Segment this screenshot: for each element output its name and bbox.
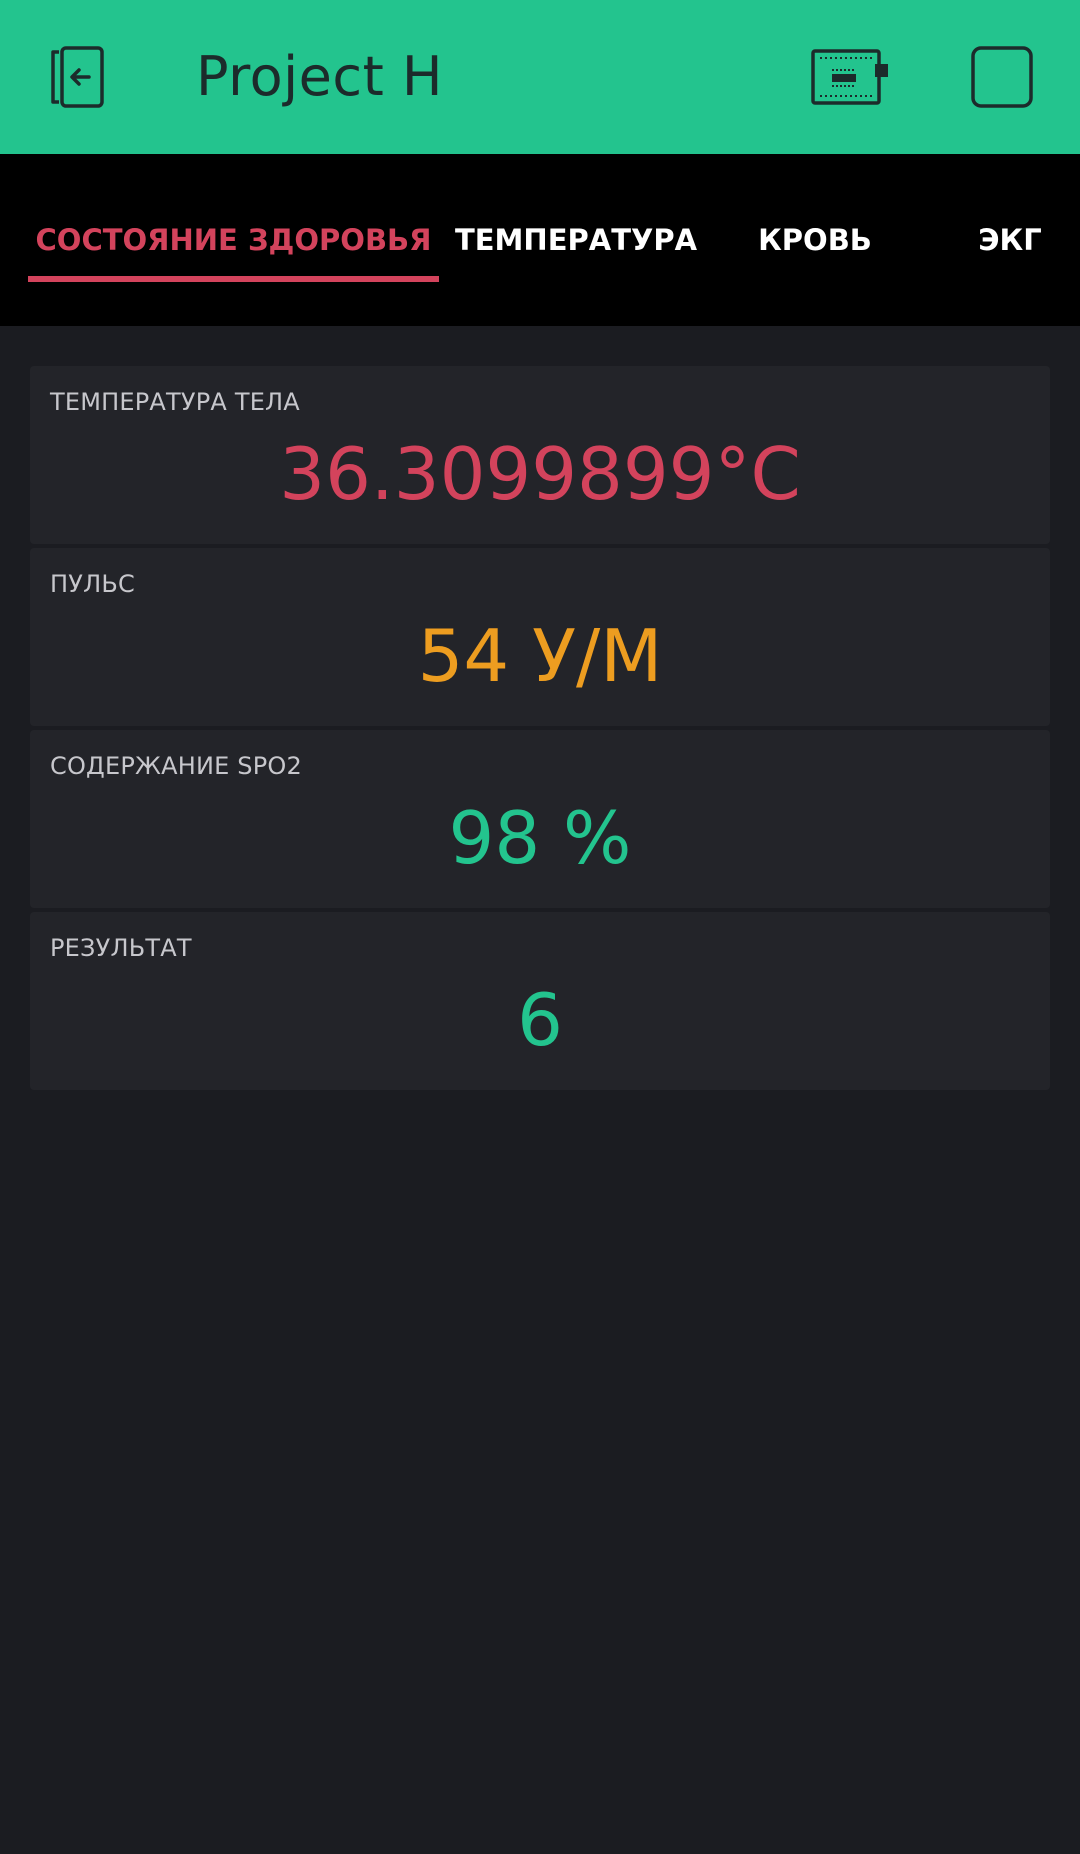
spo2-card[interactable]: СОДЕРЖАНИЕ SPO2 98 %: [30, 730, 1050, 908]
tab-label: КРОВЬ: [758, 223, 872, 257]
tab-label: ЭКГ: [978, 223, 1042, 257]
back-button[interactable]: [30, 0, 125, 154]
tab-health-status[interactable]: СОСТОЯНИЕ ЗДОРОВЬЯ: [28, 154, 439, 326]
square-icon: [971, 46, 1033, 108]
card-label: ТЕМПЕРАТУРА ТЕЛА: [50, 388, 300, 416]
card-value: 54 У/М: [417, 614, 663, 698]
tab-ecg[interactable]: ЭКГ: [960, 154, 1060, 326]
pulse-card[interactable]: ПУЛЬС 54 У/М: [30, 548, 1050, 726]
body-temperature-card[interactable]: ТЕМПЕРАТУРА ТЕЛА 36.3099899°C: [30, 366, 1050, 544]
exit-icon: [50, 46, 104, 108]
device-board-icon: [811, 49, 888, 105]
app-title: Project H: [196, 45, 444, 108]
tab-bar: СОСТОЯНИЕ ЗДОРОВЬЯ ТЕМПЕРАТУРА КРОВЬ ЭКГ: [0, 154, 1080, 326]
card-label: РЕЗУЛЬТАТ: [50, 934, 192, 962]
card-value: 36.3099899°C: [279, 432, 801, 516]
square-button[interactable]: [960, 0, 1044, 154]
card-value: 98 %: [448, 796, 632, 880]
top-bar: Project H: [0, 0, 1080, 154]
app-screen: Project H СОСТОЯНИЕ ЗДОРОВЬЯ ТЕМПЕРАТУРА: [0, 0, 1080, 1854]
active-tab-indicator: [28, 276, 439, 282]
card-value: 6: [517, 978, 563, 1062]
tab-temperature[interactable]: ТЕМПЕРАТУРА: [455, 154, 697, 326]
card-label: СОДЕРЖАНИЕ SPO2: [50, 752, 302, 780]
tab-label: ТЕМПЕРАТУРА: [454, 223, 698, 257]
card-label: ПУЛЬС: [50, 570, 135, 598]
tab-blood[interactable]: КРОВЬ: [740, 154, 890, 326]
result-card[interactable]: РЕЗУЛЬТАТ 6: [30, 912, 1050, 1090]
device-button[interactable]: [800, 0, 900, 154]
tab-label: СОСТОЯНИЕ ЗДОРОВЬЯ: [35, 223, 432, 257]
